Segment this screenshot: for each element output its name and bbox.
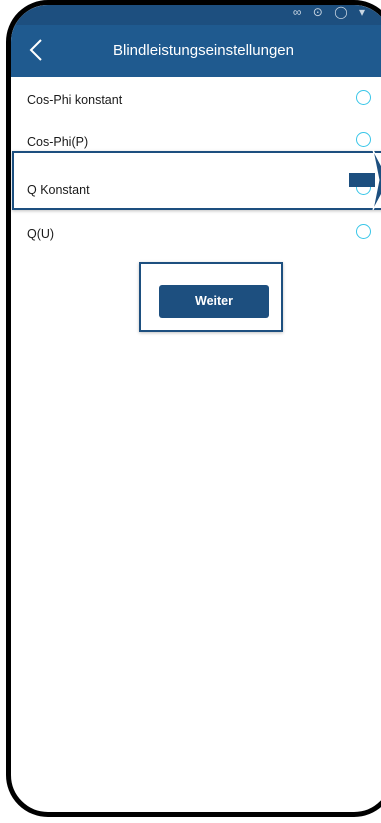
- radio-button[interactable]: [356, 224, 371, 239]
- option-q-u[interactable]: Q(U): [11, 211, 381, 257]
- option-highlight-frame: [12, 151, 381, 210]
- app-header: Blindleistungseinstellungen: [11, 25, 381, 77]
- option-cos-phi-konstant[interactable]: Cos-Phi konstant: [11, 77, 381, 123]
- button-highlight-frame: Weiter: [139, 262, 283, 332]
- radio-button[interactable]: [356, 132, 371, 147]
- radio-button[interactable]: [356, 90, 371, 105]
- option-label: Q(U): [27, 227, 55, 241]
- option-label: Cos-Phi konstant: [27, 93, 123, 107]
- next-button[interactable]: Weiter: [159, 285, 269, 318]
- status-icons: ∞ ⊙ ◯ ▾: [292, 5, 369, 19]
- phone-frame: ∞ ⊙ ◯ ▾ Blindleistungseinstellungen Cos-…: [6, 0, 381, 817]
- status-bar: ∞ ⊙ ◯ ▾: [11, 5, 381, 25]
- arrow-right-icon: [349, 150, 381, 210]
- page-title: Blindleistungseinstellungen: [113, 42, 294, 59]
